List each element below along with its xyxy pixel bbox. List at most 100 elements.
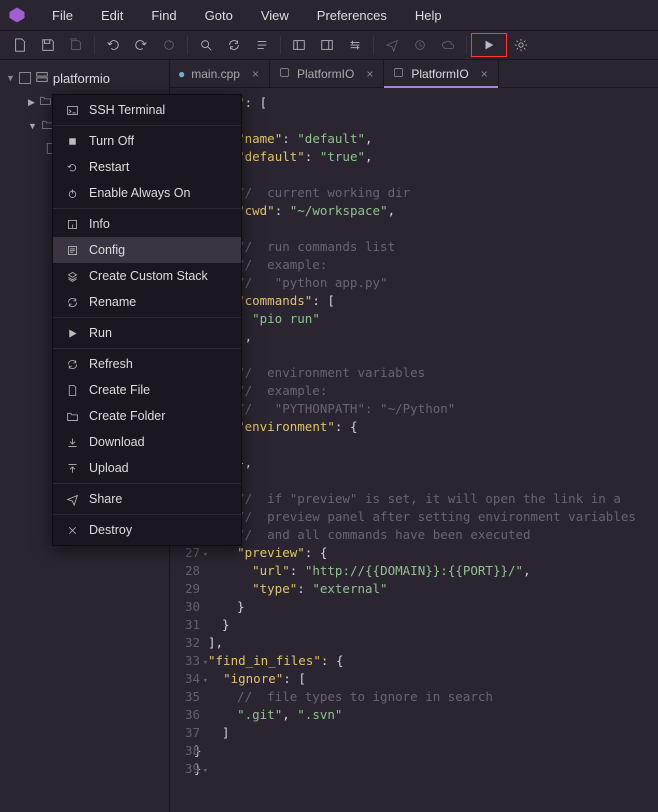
context-menu-upload[interactable]: Upload [53, 455, 241, 481]
context-menu-create-custom-stack[interactable]: Create Custom Stack [53, 263, 241, 289]
context-menu-refresh[interactable]: Refresh [53, 351, 241, 377]
context-menu-share[interactable]: Share [53, 486, 241, 512]
menubar-find[interactable]: Find [137, 4, 190, 27]
context-menu-enable-always-on[interactable]: Enable Always On [53, 180, 241, 206]
code-line[interactable]: // example: [222, 256, 658, 274]
menubar-goto[interactable]: Goto [191, 4, 247, 27]
code-line[interactable]: "preview": { [222, 544, 658, 562]
panel-adjust-icon[interactable] [341, 33, 369, 57]
menubar-file[interactable]: File [38, 4, 87, 27]
list-icon[interactable] [248, 33, 276, 57]
menubar-preferences[interactable]: Preferences [303, 4, 401, 27]
code-line[interactable]: }, [222, 454, 658, 472]
settings-gear-icon[interactable] [507, 33, 535, 57]
code-line[interactable]: // "python app.py" [222, 274, 658, 292]
run-button-highlighted[interactable] [471, 33, 507, 57]
code-line[interactable]: "environment": { [222, 418, 658, 436]
context-menu-rename[interactable]: Rename [53, 289, 241, 315]
fold-icon[interactable]: ▾ [203, 654, 208, 672]
context-menu-separator [53, 317, 241, 318]
menubar-help[interactable]: Help [401, 4, 456, 27]
project-root[interactable]: ▼ platformio [0, 66, 169, 90]
code-line[interactable]: // "PYTHONPATH": "~/Python" [222, 400, 658, 418]
context-menu-create-folder[interactable]: Create Folder [53, 403, 241, 429]
code-line[interactable]: // run commands list [222, 238, 658, 256]
code-line[interactable]: ], [208, 634, 658, 652]
editor-tab[interactable]: PlatformIO× [270, 60, 384, 87]
context-menu-config[interactable]: Config [53, 237, 241, 263]
code-line[interactable] [222, 346, 658, 364]
menubar-edit[interactable]: Edit [87, 4, 137, 27]
context-menu-info[interactable]: Info [53, 211, 241, 237]
redo-alt-icon[interactable] [155, 33, 183, 57]
search-icon[interactable] [192, 33, 220, 57]
fold-icon[interactable]: ▾ [203, 672, 208, 690]
code-line[interactable]: "cwd": "~/workspace", [222, 202, 658, 220]
line-number: 38 [170, 742, 200, 760]
code-line[interactable]: "name": "default", [222, 130, 658, 148]
checkbox-icon[interactable] [19, 72, 31, 84]
context-menu-run[interactable]: Run [53, 320, 241, 346]
code-content[interactable]: un": [{ "name": "default", "default": "t… [206, 88, 658, 812]
undo-icon[interactable] [99, 33, 127, 57]
code-line[interactable]: // environment variables [222, 364, 658, 382]
context-menu-ssh-terminal[interactable]: SSH Terminal [53, 97, 241, 123]
redo-icon[interactable] [127, 33, 155, 57]
context-menu[interactable]: SSH Terminal Turn OffRestartEnable Always… [52, 94, 242, 546]
history-icon[interactable] [406, 33, 434, 57]
sync-icon[interactable] [220, 33, 248, 57]
editor-tab[interactable]: PlatformIO× [384, 60, 498, 87]
code-line[interactable] [222, 472, 658, 490]
code-line[interactable]: // file types to ignore in search [222, 688, 658, 706]
code-line[interactable]: ] [222, 724, 658, 742]
panel-left-icon[interactable] [285, 33, 313, 57]
fold-icon[interactable]: ▾ [203, 762, 208, 780]
code-line[interactable]: "pio run" [222, 310, 658, 328]
tab-close-icon[interactable]: × [481, 67, 488, 81]
code-line[interactable]: ], [222, 328, 658, 346]
editor-tab[interactable]: ●main.cpp× [170, 60, 270, 87]
fold-icon[interactable]: ▾ [203, 546, 208, 564]
code-line[interactable]: "ignore": [ [208, 670, 658, 688]
code-line[interactable]: } [222, 616, 658, 634]
code-line[interactable]: // current working dir [222, 184, 658, 202]
play-icon[interactable] [475, 33, 503, 57]
tab-close-icon[interactable]: × [252, 67, 259, 81]
code-line[interactable]: { [222, 112, 658, 130]
code-line[interactable]: // and all commands have been executed [222, 526, 658, 544]
toolbar-separator [280, 36, 281, 54]
code-line[interactable]: "default": "true", [222, 148, 658, 166]
code-line[interactable]: } [194, 760, 658, 778]
context-menu-create-file[interactable]: Create File [53, 377, 241, 403]
context-menu-download[interactable]: Download [53, 429, 241, 455]
code-line[interactable]: ".git", ".svn" [222, 706, 658, 724]
panel-right-icon[interactable] [313, 33, 341, 57]
save-icon[interactable] [34, 33, 62, 57]
code-line[interactable]: "find_in_files": { [208, 652, 658, 670]
context-menu-turn-off[interactable]: Turn Off [53, 128, 241, 154]
code-line[interactable]: // if "preview" is set, it will open the… [222, 490, 658, 508]
code-line[interactable]: // preview panel after setting environme… [222, 508, 658, 526]
save-all-icon[interactable] [62, 33, 90, 57]
code-line[interactable] [222, 436, 658, 454]
context-menu-restart[interactable]: Restart [53, 154, 241, 180]
code-line[interactable] [222, 166, 658, 184]
code-line[interactable]: } [222, 598, 658, 616]
menubar-view[interactable]: View [247, 4, 303, 27]
context-menu-destroy[interactable]: Destroy [53, 517, 241, 543]
editor-body[interactable]: 252627▾282930313233▾34▾3536373839▾ un": … [170, 88, 658, 812]
code-line[interactable]: un": [ [222, 94, 658, 112]
code-line[interactable]: // example: [222, 382, 658, 400]
context-menu-separator [53, 348, 241, 349]
code-line[interactable]: "commands": [ [222, 292, 658, 310]
chevron-down-icon: ▼ [28, 121, 37, 131]
new-file-icon[interactable] [6, 33, 34, 57]
cloud-sync-icon[interactable] [434, 33, 462, 57]
code-line[interactable]: } [194, 742, 658, 760]
code-line[interactable]: "url": "http://{{DOMAIN}}:{{PORT}}/", [222, 562, 658, 580]
tab-close-icon[interactable]: × [366, 67, 373, 81]
line-number: 28 [170, 562, 200, 580]
code-line[interactable]: "type": "external" [222, 580, 658, 598]
code-line[interactable] [222, 220, 658, 238]
send-icon[interactable] [378, 33, 406, 57]
